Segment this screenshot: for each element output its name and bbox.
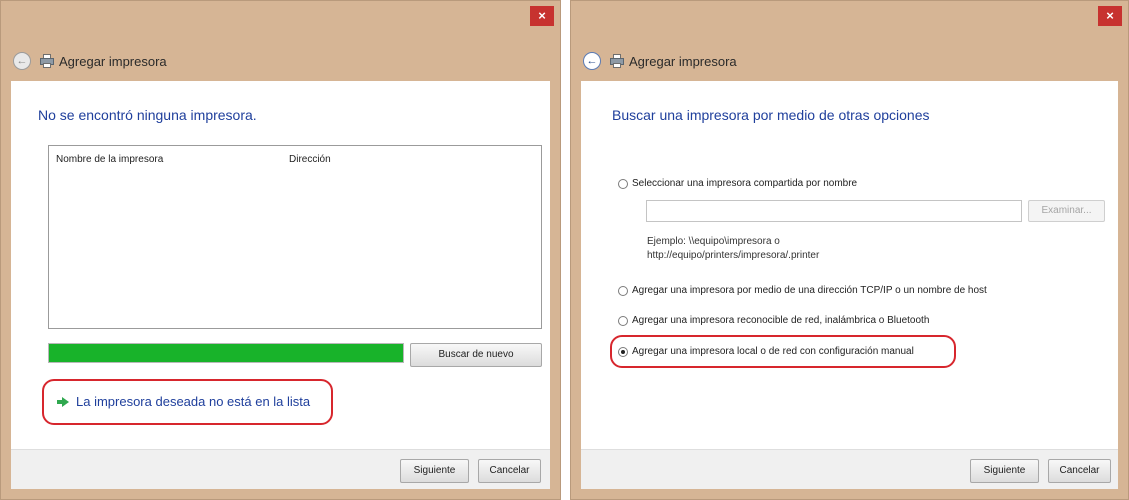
close-button[interactable]: × bbox=[1098, 6, 1122, 26]
cancel-button[interactable]: Cancelar bbox=[1048, 459, 1111, 483]
search-again-button[interactable]: Buscar de nuevo bbox=[410, 343, 542, 367]
option-local-manual[interactable]: Agregar una impresora local o de red con… bbox=[618, 346, 914, 357]
option-tcp-ip[interactable]: Agregar una impresora por medio de una d… bbox=[618, 285, 987, 296]
title-bar: ← Agregar impresora bbox=[1, 45, 560, 77]
progress-fill bbox=[49, 344, 403, 362]
option-label: Seleccionar una impresora compartida por… bbox=[632, 178, 858, 189]
printer-icon bbox=[609, 54, 625, 68]
next-button[interactable]: Siguiente bbox=[970, 459, 1039, 483]
example-text: Ejemplo: \\equipo\impresora o http://equ… bbox=[647, 235, 819, 263]
list-header: Nombre de la impresora Dirección bbox=[49, 146, 541, 172]
example-line-1: Ejemplo: \\equipo\impresora o bbox=[647, 236, 780, 247]
column-header-address[interactable]: Dirección bbox=[285, 154, 331, 165]
add-printer-window-left: × ← Agregar impresora No se encontró nin… bbox=[0, 0, 561, 500]
back-button[interactable]: ← bbox=[583, 52, 601, 70]
option-label: Agregar una impresora local o de red con… bbox=[632, 346, 914, 357]
radio-local-manual[interactable] bbox=[618, 346, 628, 357]
page-heading: No se encontró ninguna impresora. bbox=[38, 107, 257, 123]
window-title: Agregar impresora bbox=[629, 53, 737, 69]
add-printer-window-right: × ← Agregar impresora Buscar una impreso… bbox=[570, 0, 1129, 500]
wizard-footer: Siguiente Cancelar bbox=[581, 449, 1118, 489]
next-button[interactable]: Siguiente bbox=[400, 459, 469, 483]
option-label: Agregar una impresora reconocible de red… bbox=[632, 315, 930, 326]
printer-not-listed-label: La impresora deseada no está en la lista bbox=[76, 394, 311, 409]
wizard-content: Buscar una impresora por medio de otras … bbox=[581, 81, 1118, 449]
printer-not-listed-link[interactable]: La impresora deseada no está en la lista bbox=[57, 394, 310, 409]
close-button[interactable]: × bbox=[530, 6, 554, 26]
example-line-2: http://equipo/printers/impresora/.printe… bbox=[647, 250, 820, 261]
radio-tcp-ip[interactable] bbox=[618, 285, 628, 296]
wizard-footer: Siguiente Cancelar bbox=[11, 449, 550, 489]
cancel-button[interactable]: Cancelar bbox=[478, 459, 541, 483]
printer-list[interactable]: Nombre de la impresora Dirección bbox=[48, 145, 542, 329]
browse-button[interactable]: Examinar... bbox=[1028, 200, 1105, 222]
radio-network-wireless-bluetooth[interactable] bbox=[618, 315, 628, 326]
column-header-name[interactable]: Nombre de la impresora bbox=[49, 154, 285, 165]
option-shared-by-name[interactable]: Seleccionar una impresora compartida por… bbox=[618, 178, 857, 189]
radio-shared-by-name[interactable] bbox=[618, 178, 628, 189]
screenshot-stage: × ← Agregar impresora No se encontró nin… bbox=[0, 0, 1129, 500]
arrow-right-icon bbox=[57, 396, 69, 408]
printer-icon bbox=[39, 54, 55, 68]
option-label: Agregar una impresora por medio de una d… bbox=[632, 285, 987, 296]
back-button[interactable]: ← bbox=[13, 52, 31, 70]
title-bar: ← Agregar impresora bbox=[571, 45, 1128, 77]
window-title: Agregar impresora bbox=[59, 53, 167, 69]
search-progress-bar bbox=[48, 343, 404, 363]
shared-printer-name-input[interactable] bbox=[646, 200, 1022, 222]
wizard-content: No se encontró ninguna impresora. Nombre… bbox=[11, 81, 550, 449]
option-network-wireless-bluetooth[interactable]: Agregar una impresora reconocible de red… bbox=[618, 315, 929, 326]
page-heading: Buscar una impresora por medio de otras … bbox=[612, 107, 930, 123]
